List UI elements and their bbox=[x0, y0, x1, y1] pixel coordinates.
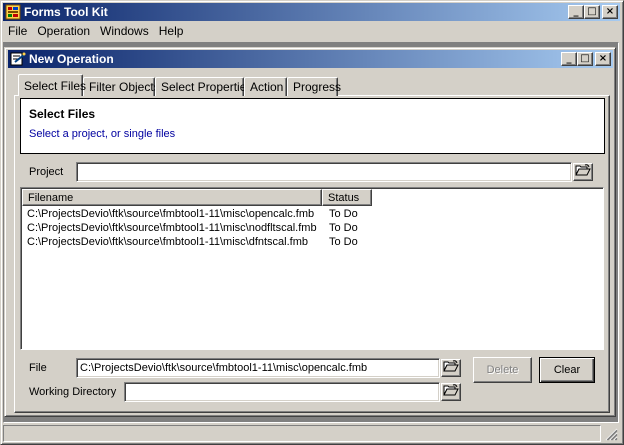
clear-button[interactable]: Clear bbox=[539, 357, 595, 383]
project-input[interactable] bbox=[76, 162, 572, 182]
delete-button[interactable]: Delete bbox=[473, 357, 532, 383]
column-header-status[interactable]: Status bbox=[322, 189, 372, 206]
form-tools-icon bbox=[5, 4, 21, 20]
menubar: File Operation Windows Help bbox=[3, 22, 188, 40]
file-label: File bbox=[29, 362, 47, 374]
row-status: To Do bbox=[329, 222, 358, 234]
open-folder-icon bbox=[575, 164, 591, 180]
app-title: Forms Tool Kit bbox=[24, 5, 108, 19]
row-filename: C:\ProjectsDevio\ftk\source\fmbtool1-11\… bbox=[27, 222, 317, 234]
table-row[interactable]: C:\ProjectsDevio\ftk\source\fmbtool1-11\… bbox=[22, 222, 602, 236]
column-header-filename[interactable]: Filename bbox=[22, 189, 322, 206]
app-close-button[interactable]: × bbox=[602, 5, 618, 19]
project-label: Project bbox=[29, 166, 64, 178]
child-close-button[interactable]: × bbox=[595, 52, 611, 66]
step-header: Select Files Select a project, or single… bbox=[20, 98, 605, 154]
open-folder-icon bbox=[443, 360, 459, 376]
menu-file[interactable]: File bbox=[3, 24, 32, 38]
app-minimize-button[interactable]: _ bbox=[568, 5, 584, 19]
table-row[interactable]: C:\ProjectsDevio\ftk\source\fmbtool1-11\… bbox=[22, 208, 602, 222]
app-titlebar[interactable]: Forms Tool Kit _ □ × bbox=[3, 3, 620, 21]
tab-action[interactable]: Action bbox=[244, 77, 287, 96]
file-list[interactable]: Filename Status C:\ProjectsDevio\ftk\sou… bbox=[20, 187, 604, 350]
file-input[interactable]: C:\ProjectsDevio\ftk\source\fmbtool1-11\… bbox=[76, 358, 440, 378]
file-browse-button[interactable] bbox=[441, 359, 461, 377]
size-grip-icon[interactable] bbox=[604, 427, 618, 441]
table-row[interactable]: C:\ProjectsDevio\ftk\source\fmbtool1-11\… bbox=[22, 236, 602, 250]
tab-select-properties[interactable]: Select Properties bbox=[155, 77, 252, 96]
project-browse-button[interactable] bbox=[573, 163, 593, 181]
row-status: To Do bbox=[329, 208, 358, 220]
app-maximize-button[interactable]: □ bbox=[584, 5, 600, 19]
open-folder-icon bbox=[443, 384, 459, 400]
row-filename: C:\ProjectsDevio\ftk\source\fmbtool1-11\… bbox=[27, 208, 315, 220]
tab-filter-objects[interactable]: Filter Objects bbox=[83, 77, 160, 96]
tab-select-files[interactable]: Select Files bbox=[18, 74, 86, 96]
status-bar bbox=[3, 425, 619, 442]
menu-windows[interactable]: Windows bbox=[95, 24, 154, 38]
working-directory-input[interactable] bbox=[124, 382, 440, 402]
step-subtitle: Select a project, or single files bbox=[29, 128, 176, 140]
wizard-icon bbox=[10, 51, 26, 67]
working-directory-browse-button[interactable] bbox=[441, 383, 461, 401]
child-maximize-button[interactable]: □ bbox=[577, 52, 593, 66]
tab-strip: Select Files Filter Objects Select Prope… bbox=[18, 74, 341, 96]
menu-operation[interactable]: Operation bbox=[32, 24, 95, 38]
menu-help[interactable]: Help bbox=[154, 24, 189, 38]
status-pane bbox=[3, 425, 601, 442]
child-titlebar[interactable]: New Operation _ □ × bbox=[8, 50, 613, 68]
child-minimize-button[interactable]: _ bbox=[561, 52, 577, 66]
step-title: Select Files bbox=[29, 107, 96, 121]
working-directory-label: Working Directory bbox=[29, 386, 117, 398]
row-status: To Do bbox=[329, 236, 358, 248]
tab-progress[interactable]: Progress bbox=[287, 77, 341, 96]
row-filename: C:\ProjectsDevio\ftk\source\fmbtool1-11\… bbox=[27, 236, 309, 248]
child-title: New Operation bbox=[29, 52, 114, 66]
